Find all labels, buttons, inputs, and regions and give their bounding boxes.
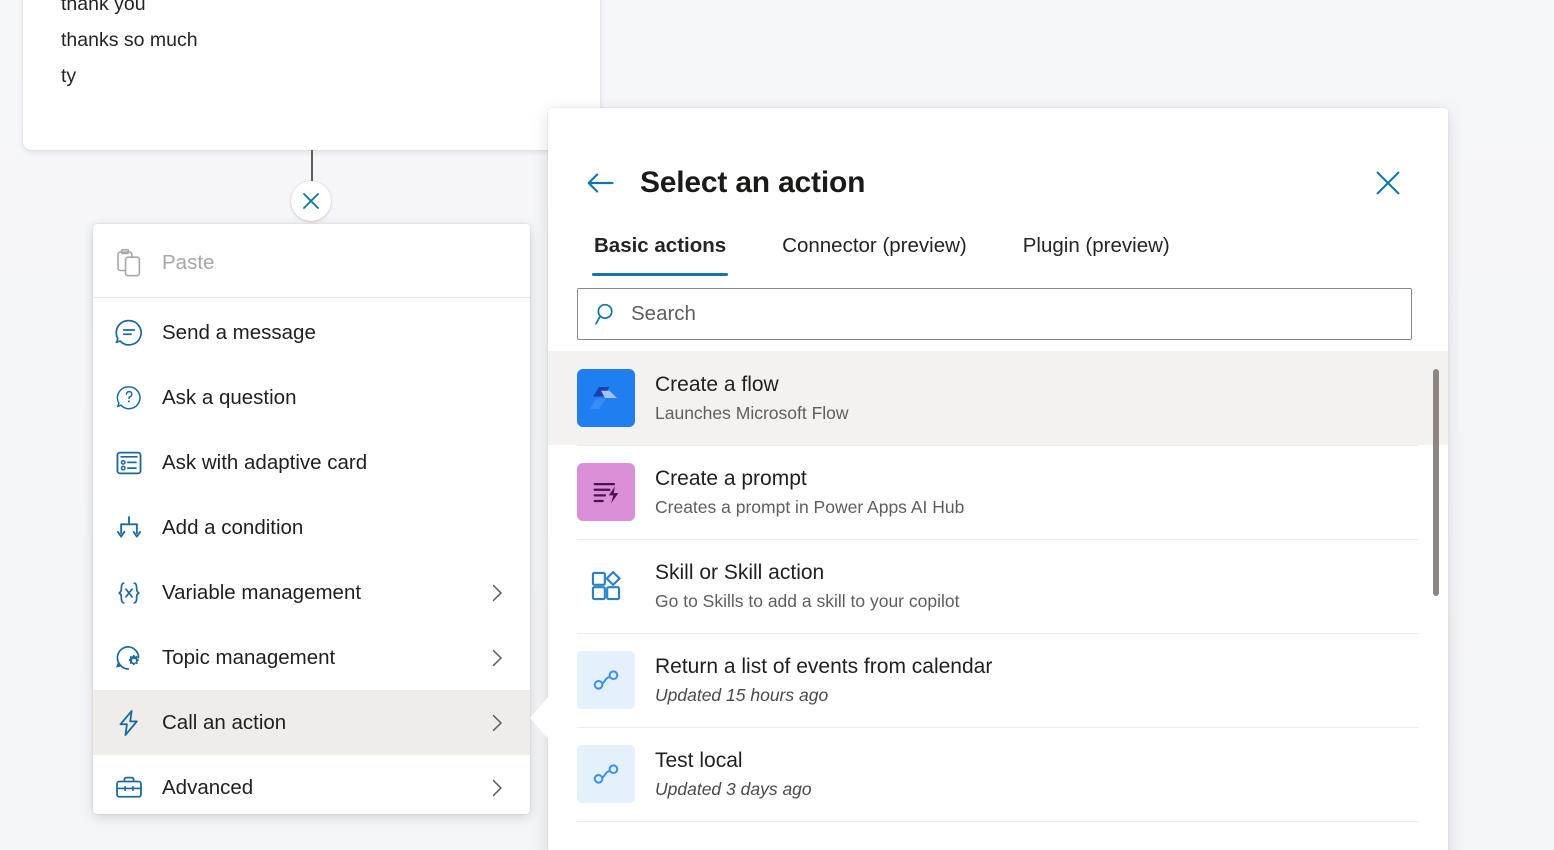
action-list: Create a flow Launches Microsoft Flow Cr… (548, 351, 1448, 829)
scrollbar-thumb[interactable] (1433, 369, 1439, 596)
action-item-text: Create a prompt Creates a prompt in Powe… (655, 467, 964, 516)
topic-gear-icon (111, 640, 147, 676)
connector-flow-icon (577, 651, 635, 709)
tab-label: Basic actions (594, 234, 727, 257)
tab-basic-actions[interactable]: Basic actions (592, 228, 729, 276)
back-arrow-icon (587, 173, 614, 193)
action-item-text: Return a list of events from calendar Up… (655, 655, 992, 704)
menu-item-paste[interactable]: Paste (93, 230, 530, 295)
message-icon (111, 315, 147, 351)
node-line: thanks so much (61, 29, 198, 51)
menu-separator (93, 297, 530, 298)
panel-header: Select an action (548, 108, 1448, 216)
menu-item-label: Call an action (162, 710, 287, 734)
action-item-subtitle: Updated 15 hours ago (655, 684, 829, 705)
menu-item-label: Ask with adaptive card (162, 450, 368, 474)
chevron-right-icon (486, 712, 508, 734)
search-box[interactable] (577, 288, 1412, 340)
back-button[interactable] (580, 163, 620, 203)
action-item-title: Create a prompt (655, 467, 807, 491)
variable-icon (111, 575, 147, 611)
ai-prompt-logo-icon (577, 463, 635, 521)
action-item-create-a-prompt[interactable]: Create a prompt Creates a prompt in Powe… (548, 445, 1448, 539)
menu-item-label: Ask a question (162, 385, 297, 409)
menu-item-label: Advanced (162, 775, 254, 799)
action-list-scrollbar[interactable] (1433, 365, 1439, 825)
menu-item-call-an-action[interactable]: Call an action (93, 690, 530, 755)
action-item-return-a-list-of-events-from-calendar[interactable]: Return a list of events from calendar Up… (548, 633, 1448, 727)
connector-flow-icon (577, 745, 635, 803)
close-icon (303, 193, 319, 209)
menu-item-ask-a-question[interactable]: Ask a question (93, 365, 530, 430)
menu-item-ask-with-adaptive-card[interactable]: Ask with adaptive card (93, 430, 530, 495)
menu-item-label: Add a condition (162, 515, 304, 539)
action-item-subtitle: Updated 3 days ago (655, 778, 812, 799)
tab-label: Plugin (preview) (1022, 234, 1170, 257)
action-item-create-a-flow[interactable]: Create a flow Launches Microsoft Flow (548, 351, 1448, 445)
action-item-subtitle: Go to Skills to add a skill to your copi… (655, 590, 960, 611)
menu-item-label: Send a message (162, 320, 316, 344)
page-title: Select an action (640, 166, 866, 199)
action-item-title: Skill or Skill action (655, 561, 825, 585)
app-root: thanks thank you thanks so much ty Paste (0, 0, 1554, 850)
topic-node-card[interactable]: thanks thank you thanks so much ty (23, 0, 600, 150)
action-item-title: Create a flow (655, 373, 779, 397)
question-bubble-icon (111, 380, 147, 416)
power-automate-logo-icon (577, 369, 635, 427)
action-item-partial[interactable] (548, 821, 1448, 829)
menu-item-advanced[interactable]: Advanced (93, 755, 530, 820)
menu-item-label: Variable management (162, 580, 362, 604)
menu-item-add-a-condition[interactable]: Add a condition (93, 495, 530, 560)
close-icon (1376, 171, 1400, 195)
close-panel-button[interactable] (1368, 163, 1408, 203)
tab-label: Connector (preview) (782, 234, 967, 257)
select-action-panel: Select an action Basic actions Connector… (548, 108, 1448, 850)
menu-item-topic-management[interactable]: Topic management (93, 625, 530, 690)
briefcase-icon (111, 770, 147, 806)
action-item-text: Test local Updated 3 days ago (655, 749, 812, 798)
panel-tabs: Basic actions Connector (preview) Plugin… (548, 216, 1448, 276)
tab-connector-preview[interactable]: Connector (preview) (780, 228, 969, 276)
lightning-icon (111, 705, 147, 741)
chevron-right-icon (486, 582, 508, 604)
action-item-title: Test local (655, 749, 743, 773)
chevron-right-icon (486, 777, 508, 799)
menu-item-variable-management[interactable]: Variable management (93, 560, 530, 625)
branch-icon (111, 510, 147, 546)
skill-puzzle-icon (577, 557, 635, 615)
action-item-subtitle: Creates a prompt in Power Apps AI Hub (655, 496, 965, 517)
action-item-title: Return a list of events from calendar (655, 655, 993, 679)
action-item-text: Create a flow Launches Microsoft Flow (655, 373, 849, 422)
action-item-subtitle: Launches Microsoft Flow (655, 402, 849, 423)
menu-item-label: Topic management (162, 645, 336, 669)
chevron-right-icon (486, 647, 508, 669)
menu-item-label: Paste (162, 250, 215, 274)
search-input[interactable] (622, 302, 1397, 326)
add-node-close-button[interactable] (291, 181, 331, 221)
action-item-text: Skill or Skill action Go to Skills to ad… (655, 561, 959, 610)
node-line: ty (61, 65, 77, 87)
node-context-menu: Paste Send a message Ask a question Ask … (93, 224, 530, 814)
clipboard-icon (111, 245, 147, 281)
tab-plugin-preview[interactable]: Plugin (preview) (1021, 228, 1172, 276)
action-item-test-local[interactable]: Test local Updated 3 days ago (548, 727, 1448, 821)
adaptive-card-icon (111, 445, 147, 481)
search-icon (592, 301, 622, 327)
node-line: thank you (61, 0, 146, 15)
action-item-skill-or-skill-action[interactable]: Skill or Skill action Go to Skills to ad… (548, 539, 1448, 633)
menu-item-send-a-message[interactable]: Send a message (93, 300, 530, 365)
